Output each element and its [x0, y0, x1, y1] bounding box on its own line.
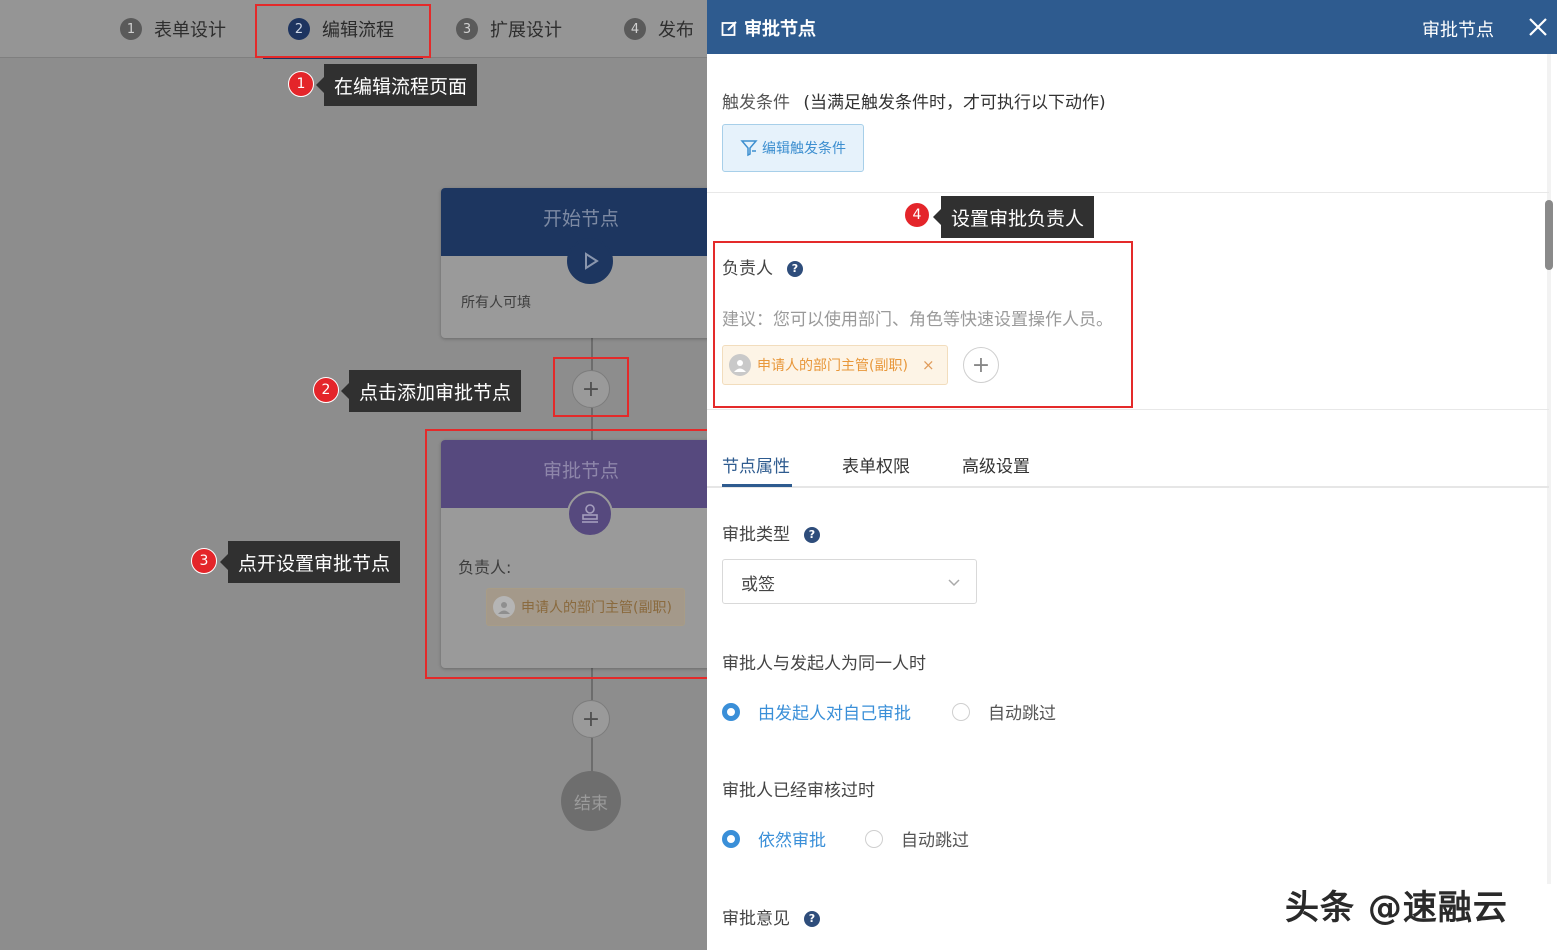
radio-circle: [722, 829, 740, 848]
radio-self-approve[interactable]: 由发起人对自己审批: [722, 699, 911, 724]
highlight-box-approval-node: [425, 429, 711, 679]
same-person-label: 审批人与发起人为同一人时: [722, 654, 926, 674]
trigger-label: 触发条件 (当满足触发条件时，才可执行以下动作): [722, 88, 1106, 113]
already-reviewed-label: 审批人已经审核过时: [722, 781, 875, 801]
highlight-box-step: [255, 4, 431, 58]
radio-circle: [865, 829, 883, 848]
watermark: 头条 @速融云: [1285, 888, 1508, 928]
divider: [707, 409, 1549, 410]
step-form-design[interactable]: 1 表单设计: [120, 16, 226, 42]
tab-advanced-settings[interactable]: 高级设置: [962, 452, 1030, 477]
highlight-box-owner: [713, 241, 1133, 408]
radio-label: 由发起人对自己审批: [758, 704, 911, 724]
panel-title: 审批节点: [721, 15, 816, 41]
filter-icon: [740, 140, 758, 157]
annotation-badge-3: 3: [191, 548, 217, 574]
approval-type-label-text: 审批类型: [722, 525, 790, 545]
tabs-baseline: [707, 486, 1549, 488]
radio-still-approve[interactable]: 依然审批: [722, 826, 826, 851]
active-tab-indicator: [722, 484, 792, 487]
trigger-hint: (当满足触发条件时，才可执行以下动作): [803, 93, 1106, 113]
approval-type-select[interactable]: 或签: [722, 559, 977, 604]
approval-opinion-label: 审批意见?: [722, 904, 820, 929]
step-number: 3: [456, 18, 478, 40]
chevron-down-icon: [948, 579, 960, 587]
tab-form-permissions[interactable]: 表单权限: [842, 452, 910, 477]
start-node-desc: 所有人可填: [461, 295, 531, 311]
edit-trigger-button[interactable]: 编辑触发条件: [722, 124, 864, 172]
approval-type-label: 审批类型?: [722, 520, 820, 545]
add-node-button[interactable]: +: [572, 700, 610, 738]
close-icon[interactable]: [1525, 14, 1551, 40]
radio-circle: [952, 702, 970, 721]
radio-label: 依然审批: [758, 831, 826, 851]
end-node: 结束: [561, 771, 621, 831]
radio-label: 自动跳过: [988, 704, 1056, 724]
edit-trigger-label: 编辑触发条件: [762, 141, 846, 157]
approval-opinion-label-text: 审批意见: [722, 909, 790, 929]
play-icon: [567, 238, 613, 284]
divider: [707, 192, 1549, 193]
annotation-badge-1: 1: [288, 71, 314, 97]
radio-auto-skip-reviewed[interactable]: 自动跳过: [865, 826, 969, 851]
radio-label: 自动跳过: [901, 831, 969, 851]
flow-connector: [591, 738, 593, 772]
step-number: 4: [624, 18, 646, 40]
panel-title-text: 审批节点: [744, 19, 816, 40]
radio-circle: [722, 702, 740, 721]
annotation-badge-2: 2: [313, 377, 339, 403]
step-number: 1: [120, 18, 142, 40]
panel-header-node-name: 审批节点: [1422, 20, 1494, 41]
annotation-tip-4: 设置审批负责人: [932, 196, 1095, 238]
scrollbar-thumb[interactable]: [1545, 200, 1553, 270]
highlight-box-add: [553, 357, 629, 417]
step-label: 扩展设计: [490, 20, 562, 41]
step-extend-design[interactable]: 3 扩展设计: [456, 16, 562, 42]
scrollbar-track: [1547, 54, 1551, 884]
annotation-tip-3: 点开设置审批节点: [219, 541, 401, 583]
help-icon[interactable]: ?: [804, 526, 820, 543]
tab-node-properties[interactable]: 节点属性: [722, 452, 790, 477]
radio-auto-skip[interactable]: 自动跳过: [952, 699, 1056, 724]
panel-header: 审批节点 审批节点: [707, 0, 1557, 54]
edit-icon: [721, 20, 737, 36]
trigger-label-text: 触发条件: [722, 93, 790, 113]
approval-type-value: 或签: [741, 575, 775, 595]
annotation-badge-4: 4: [904, 202, 930, 228]
start-node[interactable]: 开始节点 所有人可填: [441, 188, 721, 338]
help-icon[interactable]: ?: [804, 910, 820, 927]
step-publish[interactable]: 4 发布: [624, 16, 694, 42]
step-label: 发布: [658, 20, 694, 41]
approval-node-panel: 审批节点 审批节点 触发条件 (当满足触发条件时，才可执行以下动作) 编辑触发条…: [707, 0, 1557, 950]
annotation-tip-1: 在编辑流程页面: [315, 64, 478, 106]
annotation-tip-2: 点击添加审批节点: [340, 370, 522, 412]
step-label: 表单设计: [154, 20, 226, 41]
